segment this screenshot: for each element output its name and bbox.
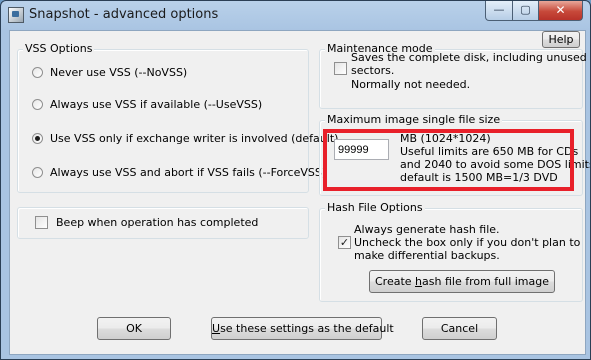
- vss-never-label: Never use VSS (--NoVSS): [50, 66, 188, 79]
- title-bar[interactable]: Snapshot - advanced options — ▢ ✕: [1, 1, 590, 29]
- vss-options-legend: VSS Options: [23, 42, 95, 55]
- dialog-client-area: Help VSS Options Never use VSS (--NoVSS)…: [9, 30, 590, 355]
- maintenance-line2: sectors.: [351, 64, 395, 77]
- vss-exchange-radio[interactable]: [32, 133, 43, 144]
- maintenance-checkbox[interactable]: [334, 62, 347, 75]
- vss-never-radio[interactable]: [32, 67, 43, 78]
- dialog-window: Snapshot - advanced options — ▢ ✕ Help V…: [0, 0, 591, 360]
- vss-force-radio[interactable]: [32, 167, 43, 178]
- beep-label: Beep when operation has completed: [56, 216, 259, 229]
- use-default-button[interactable]: Use these settings as the default: [211, 317, 394, 340]
- vss-force-label: Always use VSS and abort if VSS fails (-…: [50, 166, 327, 179]
- vss-options-group: VSS Options Never use VSS (--NoVSS) Alwa…: [17, 42, 338, 193]
- beep-group: Beep when operation has completed: [17, 207, 309, 239]
- max-file-size-legend: Maximum image single file size: [325, 113, 503, 126]
- maintenance-line1: Saves the complete disk, including unuse…: [351, 51, 587, 64]
- create-hash-label-post: ash file from full image: [422, 275, 550, 288]
- maintenance-mode-group: Maintenance mode Saves the complete disk…: [319, 42, 587, 109]
- highlight-annotation: [323, 129, 574, 191]
- help-button[interactable]: Help: [542, 31, 580, 48]
- cancel-button[interactable]: Cancel: [422, 317, 497, 340]
- ok-button[interactable]: OK: [97, 317, 171, 340]
- create-hash-file-button[interactable]: Create hash file from full image: [369, 270, 555, 293]
- hash-always-label: Always generate hash file.: [354, 223, 500, 236]
- close-button[interactable]: ✕: [538, 1, 583, 21]
- hash-checkbox[interactable]: ✓: [338, 236, 351, 249]
- beep-checkbox[interactable]: [35, 216, 48, 229]
- window-title: Snapshot - advanced options: [29, 7, 219, 22]
- create-hash-label-accel: h: [415, 275, 423, 288]
- hash-file-options-legend: Hash File Options: [325, 201, 425, 214]
- hash-uncheck-label: Uncheck the box only if you don't plan t…: [354, 236, 581, 249]
- hash-file-options-group: Hash File Options Always generate hash f…: [319, 201, 583, 302]
- maintenance-line3: Normally not needed.: [351, 78, 471, 91]
- use-default-label-post: se these settings as the default: [220, 322, 394, 335]
- vss-always-label: Always use VSS if available (--UseVSS): [50, 98, 263, 111]
- vss-exchange-label: Use VSS only if exchange writer is invol…: [50, 132, 339, 145]
- hash-differential-label: make differential backups.: [354, 249, 500, 262]
- app-icon: [8, 7, 24, 23]
- create-hash-label-pre: Create: [374, 275, 416, 288]
- maximize-button[interactable]: ▢: [512, 1, 539, 21]
- minimize-button[interactable]: —: [485, 1, 513, 21]
- vss-always-radio[interactable]: [32, 99, 43, 110]
- use-default-label-accel: U: [212, 322, 221, 335]
